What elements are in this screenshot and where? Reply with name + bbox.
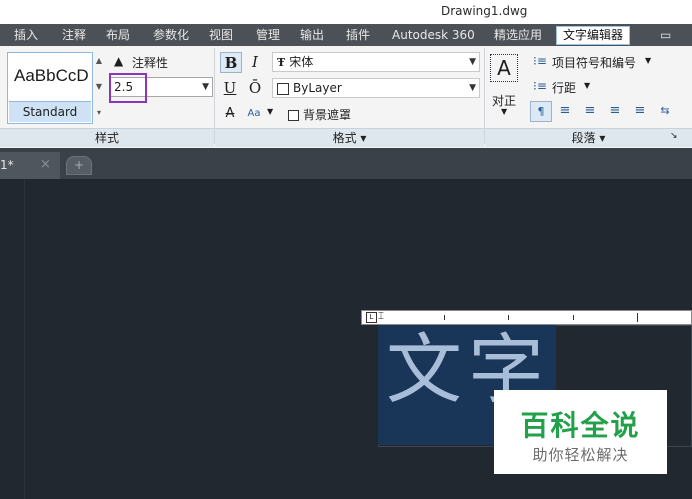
tab-parametric[interactable]: 参数化 — [153, 27, 189, 44]
paragraph-default-button[interactable]: ¶ — [530, 101, 552, 122]
bold-button[interactable]: B — [220, 52, 242, 73]
tab-plugins[interactable]: 插件 — [346, 27, 370, 44]
style-sample-text: AaBbCcD — [14, 66, 89, 85]
justify-align-icon[interactable]: ≡ — [630, 101, 650, 120]
watermark-subtitle: 助你轻松解决 — [532, 446, 629, 464]
highlight-annotation — [109, 73, 147, 103]
justify-icon[interactable]: A — [490, 54, 518, 82]
background-mask-label: 背景遮罩 — [303, 108, 352, 122]
annotative-toggle[interactable]: 注释性 — [132, 54, 168, 71]
document-tab[interactable]: 1* × — [0, 152, 60, 179]
watermark-title: 百科全说 — [520, 409, 641, 442]
document-tab-bar: 1* × + — [0, 148, 692, 179]
font-value: 宋体 — [289, 55, 314, 69]
style-panel-footer: 样式 — [0, 128, 214, 147]
line-spacing-icon: ⁝≡ — [533, 79, 547, 93]
document-tab-label: 1* — [0, 158, 14, 172]
case-dropdown-icon[interactable]: ▼ — [267, 107, 273, 116]
tab-text-editor[interactable]: 文字编辑器 — [556, 26, 631, 45]
paragraph-panel-footer[interactable]: 段落 ▾ — [485, 128, 692, 147]
mask-icon — [288, 110, 299, 121]
style-gallery-item[interactable]: AaBbCcD Standard — [7, 52, 93, 124]
justify-dropdown-icon[interactable]: ▼ — [501, 107, 507, 116]
color-value: ByLayer — [293, 81, 342, 95]
close-icon[interactable]: × — [40, 157, 51, 172]
bullets-dropdown-icon[interactable]: ▼ — [645, 56, 651, 65]
tab-autodesk-360[interactable]: Autodesk 360 — [392, 27, 475, 44]
line-spacing-dropdown-icon[interactable]: ▼ — [584, 81, 590, 90]
annotative-icon: ▲ — [114, 54, 124, 68]
ruler-tick — [637, 313, 638, 322]
color-swatch-icon — [277, 82, 289, 95]
bullets-numbering-button[interactable]: 项目符号和编号 — [552, 54, 636, 71]
align-center-icon[interactable]: ≡ — [580, 101, 600, 120]
tab-stop-icon[interactable]: L — [366, 312, 377, 323]
new-tab-icon[interactable]: + — [66, 156, 92, 175]
format-panel-footer[interactable]: 格式 ▾ — [215, 128, 484, 147]
chevron-down-icon[interactable]: ▼ — [469, 79, 476, 97]
ribbon-tab-bar: 插入 注释 布局 参数化 视图 管理 输出 插件 Autodesk 360 精选… — [0, 24, 692, 46]
tab-featured-apps[interactable]: 精选应用 — [494, 27, 542, 44]
ribbon: AaBbCcD Standard ▲ ▼ ▾ ▲ 注释性 2.5 ▼ 样式 B … — [0, 46, 692, 149]
overline-button[interactable]: Ō — [245, 78, 265, 97]
panel-launcher-icon[interactable]: ↘ — [670, 131, 678, 141]
background-mask-button[interactable]: 背景遮罩 — [288, 106, 351, 123]
window-title: Drawing1.dwg — [441, 4, 528, 18]
font-select[interactable]: Ŧ 宋体 ▼ — [272, 52, 480, 72]
color-select[interactable]: ByLayer ▼ — [272, 78, 480, 98]
chevron-down-icon[interactable]: ▼ — [469, 53, 476, 71]
indent-marker-icon[interactable]: ⌶ — [378, 311, 384, 322]
ruler-tick — [573, 315, 574, 320]
tab-layout[interactable]: 布局 — [106, 27, 130, 44]
underline-button[interactable]: U — [220, 78, 240, 97]
style-name-label: Standard — [9, 101, 91, 122]
line-spacing-button[interactable]: 行距 — [552, 79, 576, 96]
title-bar: Drawing1.dwg — [0, 0, 692, 24]
align-left-icon[interactable]: ≡ — [555, 101, 575, 120]
gallery-down-icon[interactable]: ▼ — [94, 82, 104, 91]
gallery-up-icon[interactable]: ▲ — [94, 56, 104, 65]
tab-manage[interactable]: 管理 — [256, 27, 280, 44]
watermark-logo: 百科全说 助你轻松解决 — [494, 390, 667, 474]
tab-view[interactable]: 视图 — [209, 27, 233, 44]
tab-annotate[interactable]: 注释 — [62, 27, 86, 44]
strikethrough-button[interactable]: A — [220, 104, 240, 123]
truetype-icon: Ŧ — [277, 56, 286, 69]
bullets-icon: ⁝≡ — [533, 54, 547, 68]
canvas-grid-line — [24, 179, 25, 499]
chevron-down-icon[interactable]: ▼ — [202, 78, 209, 96]
tab-insert[interactable]: 插入 — [14, 27, 38, 44]
drawing-canvas[interactable]: L ⌶ 文字 百科全说 助你轻松解决 — [0, 179, 692, 499]
menu-extra-icon[interactable]: ▭ — [660, 27, 671, 44]
distribute-icon[interactable]: ⇆ — [655, 101, 675, 120]
align-right-icon[interactable]: ≡ — [605, 101, 625, 120]
gallery-expand-icon[interactable]: ▾ — [94, 108, 104, 117]
change-case-button[interactable]: Aa — [243, 104, 265, 123]
tab-output[interactable]: 输出 — [300, 27, 324, 44]
italic-button[interactable]: I — [245, 52, 265, 71]
